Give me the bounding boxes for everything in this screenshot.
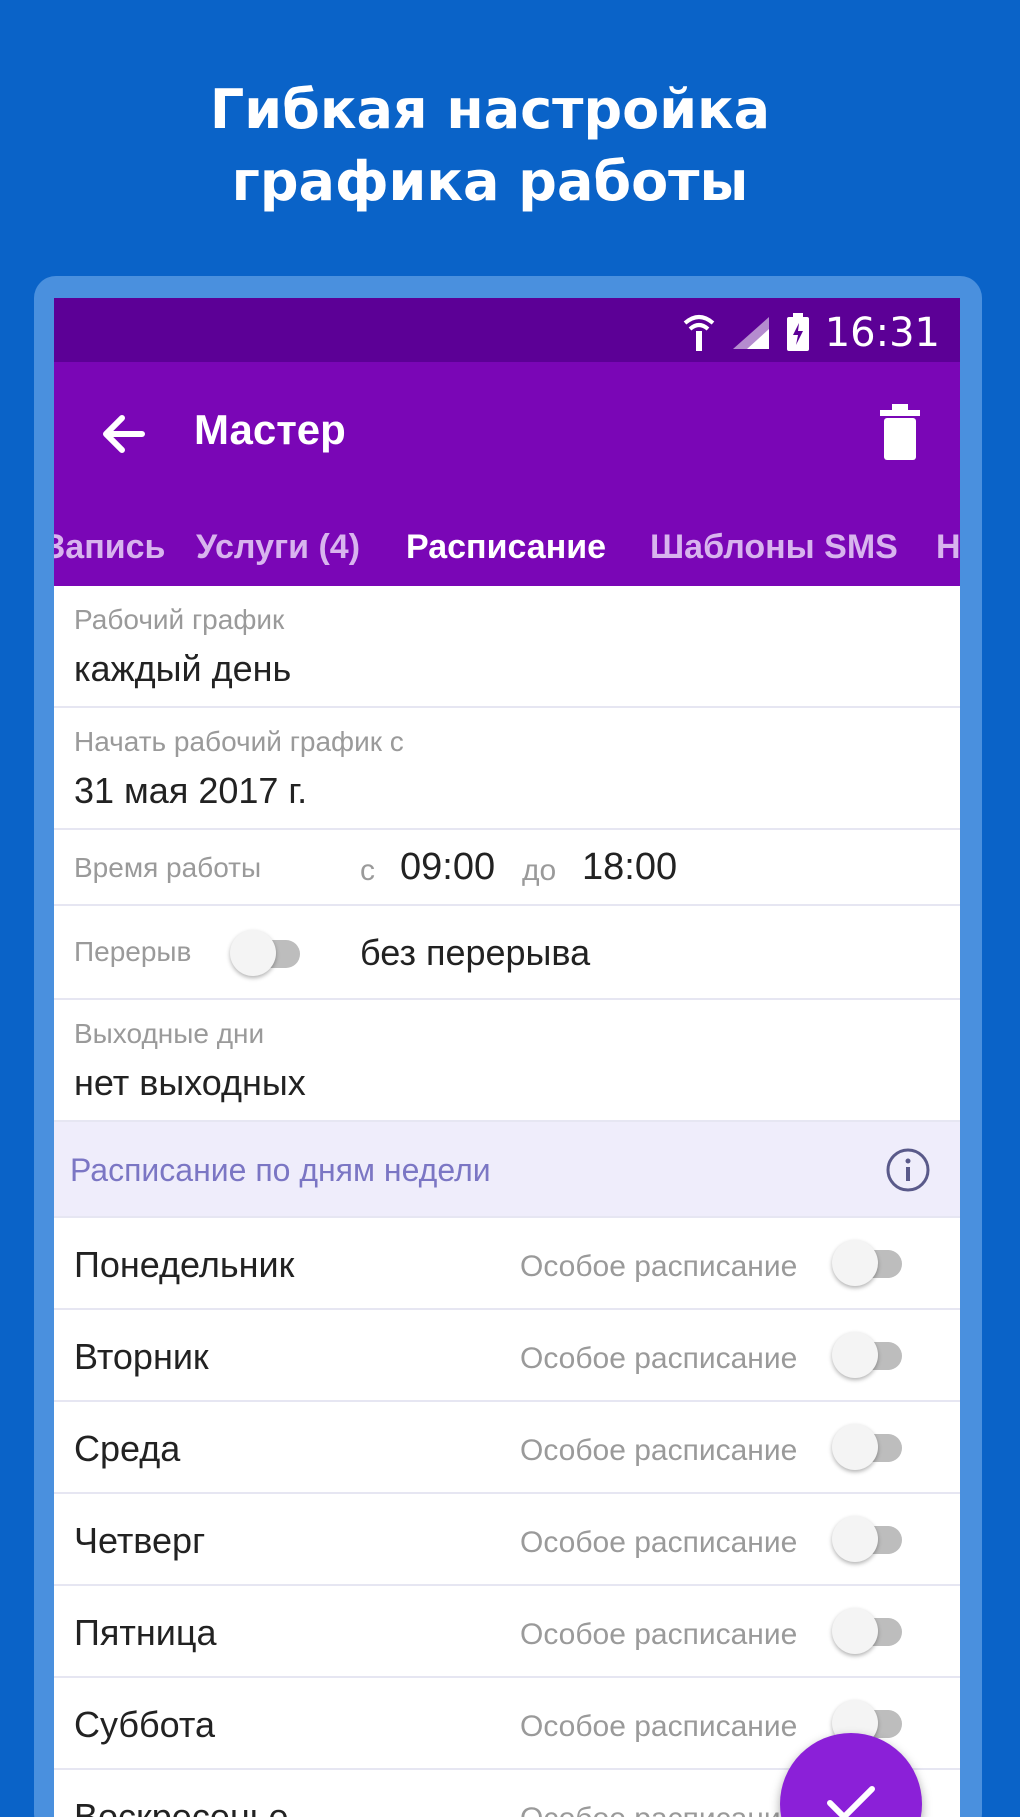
special-schedule-toggle[interactable] (832, 1516, 906, 1562)
special-schedule-label: Особое расписание (520, 1618, 798, 1651)
weekday-name: Воскресенье (74, 1796, 289, 1817)
break-label: Перерыв (74, 936, 192, 967)
work-schedule-label: Рабочий график (74, 604, 285, 635)
work-time-row: Время работы с 09:00 до 18:00 (54, 830, 960, 906)
weekday-section-header: Расписание по дням недели (54, 1122, 960, 1218)
tab-schedule[interactable]: Расписание (406, 528, 606, 567)
status-time: 16:31 (824, 310, 940, 356)
toggle-thumb (832, 1608, 878, 1654)
weekday-row-thursday: Четверг Особое расписание (54, 1494, 960, 1586)
weekday-name: Среда (74, 1428, 181, 1469)
special-schedule-label: Особое расписание (520, 1434, 798, 1467)
start-date-field[interactable]: Начать рабочий график с 31 мая 2017 г. (54, 708, 960, 830)
weekday-row-friday: Пятница Особое расписание (54, 1586, 960, 1678)
trash-icon[interactable] (876, 402, 924, 462)
days-off-field[interactable]: Выходные дни нет выходных (54, 1000, 960, 1122)
check-icon (827, 1786, 875, 1817)
app-screen: 16:31 Мастер Запись Услуги (4) Расписани… (54, 298, 960, 1817)
tab-sms-templates[interactable]: Шаблоны SMS (650, 528, 898, 567)
weekday-row-monday: Понедельник Особое расписание (54, 1218, 960, 1310)
tab-services[interactable]: Услуги (4) (196, 528, 360, 567)
schedule-content: Рабочий график каждый день Начать рабочи… (54, 586, 960, 1817)
special-schedule-label: Особое расписание (520, 1802, 797, 1817)
toolbar-title: Мастер (194, 406, 346, 453)
toggle-thumb (832, 1424, 878, 1470)
tab-booking[interactable]: Запись (54, 528, 165, 567)
special-schedule-toggle[interactable] (832, 1332, 906, 1378)
special-schedule-label: Особое расписание (520, 1250, 798, 1283)
weekday-name: Четверг (74, 1520, 206, 1561)
battery-icon (786, 313, 809, 351)
break-row: Перерыв без перерыва (54, 906, 960, 1000)
weekday-section-title: Расписание по дням недели (70, 1152, 491, 1188)
weekday-name: Вторник (74, 1336, 209, 1377)
work-time-label: Время работы (74, 852, 262, 883)
promo-title-line-2: графика работы (231, 150, 749, 213)
time-to-value[interactable]: 18:00 (582, 846, 677, 889)
weekday-row-wednesday: Среда Особое расписание (54, 1402, 960, 1494)
tab-more[interactable]: Н (936, 528, 960, 567)
special-schedule-toggle[interactable] (832, 1424, 906, 1470)
weekday-name: Пятница (74, 1612, 217, 1653)
toggle-thumb (832, 1332, 878, 1378)
status-icons: 16:31 (681, 310, 940, 356)
weekday-name: Понедельник (74, 1244, 295, 1285)
toolbar: Мастер (54, 362, 960, 506)
days-off-label: Выходные дни (74, 1018, 265, 1049)
break-toggle-thumb (230, 930, 276, 976)
break-toggle[interactable] (230, 930, 304, 976)
work-schedule-field[interactable]: Рабочий график каждый день (54, 586, 960, 708)
break-value: без перерыва (360, 932, 591, 973)
special-schedule-toggle[interactable] (832, 1608, 906, 1654)
weekday-row-tuesday: Вторник Особое расписание (54, 1310, 960, 1402)
days-off-value: нет выходных (74, 1062, 306, 1103)
time-from-label: с (360, 854, 375, 887)
arrow-left-icon[interactable] (94, 404, 154, 464)
time-from-value[interactable]: 09:00 (400, 846, 495, 889)
info-icon[interactable] (884, 1146, 932, 1194)
start-date-value: 31 мая 2017 г. (74, 770, 308, 811)
special-schedule-label: Особое расписание (520, 1710, 798, 1743)
tab-bar: Запись Услуги (4) Расписание Шаблоны SMS… (54, 506, 960, 586)
signal-icon (732, 317, 769, 349)
toggle-thumb (832, 1240, 878, 1286)
status-bar: 16:31 (54, 298, 960, 362)
work-schedule-value: каждый день (74, 648, 292, 689)
special-schedule-label: Особое расписание (520, 1526, 798, 1559)
time-to-label: до (522, 854, 557, 887)
wifi-icon (683, 315, 715, 351)
promo-title: Гибкая настройка графика работы (0, 74, 980, 218)
special-schedule-toggle[interactable] (832, 1240, 906, 1286)
start-date-label: Начать рабочий график с (74, 726, 404, 757)
toggle-thumb (832, 1516, 878, 1562)
special-schedule-label: Особое расписание (520, 1342, 798, 1375)
promo-title-line-1: Гибкая настройка (209, 78, 771, 141)
weekday-name: Суббота (74, 1704, 215, 1745)
